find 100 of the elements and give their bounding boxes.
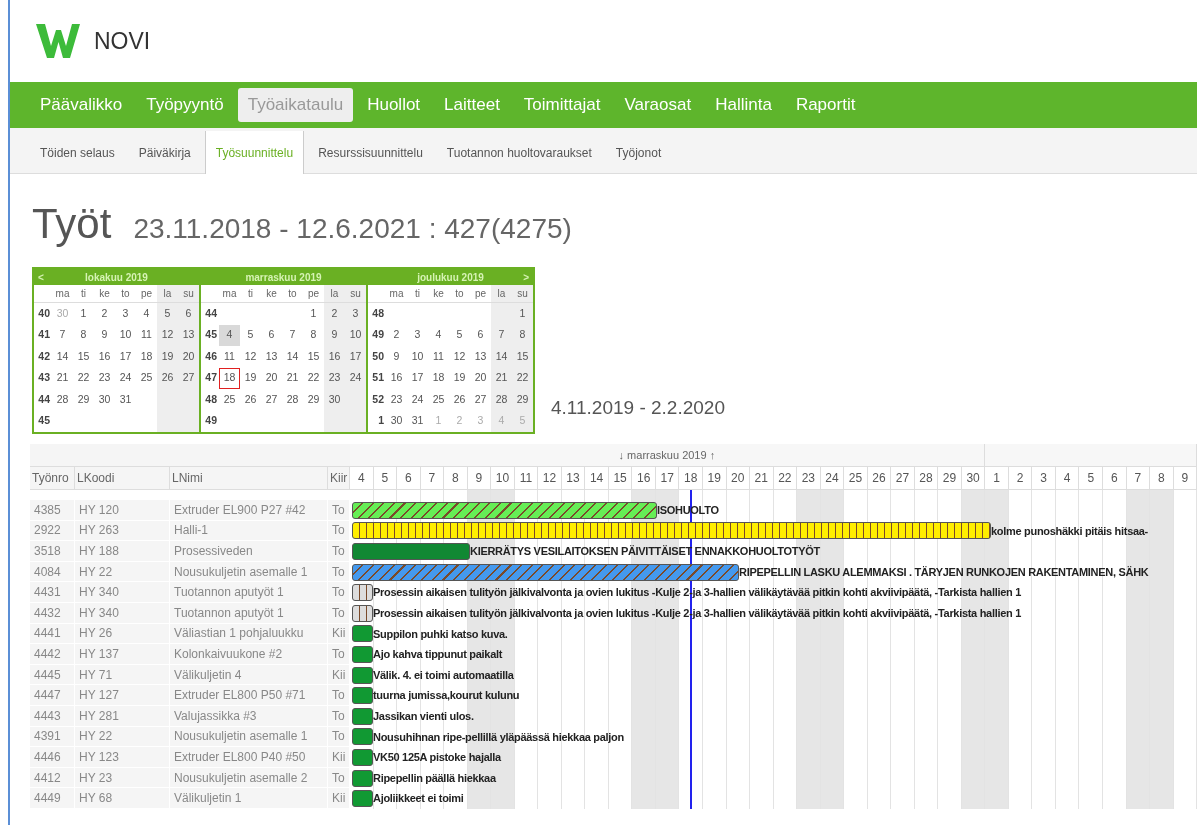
calendar-day[interactable]: 24: [115, 367, 136, 389]
sub-nav-tab[interactable]: Päiväkirja: [128, 133, 201, 173]
calendar-day[interactable]: 2: [94, 303, 115, 325]
calendar-day[interactable]: 21: [282, 367, 303, 389]
calendar-day[interactable]: 6: [470, 324, 491, 346]
calendar-day[interactable]: 22: [512, 367, 533, 389]
calendar-day[interactable]: 17: [115, 346, 136, 368]
calendar-day[interactable]: 13: [178, 324, 199, 346]
calendar-day[interactable]: 24: [407, 389, 428, 411]
calendar-day[interactable]: 22: [73, 367, 94, 389]
calendar-day[interactable]: 25: [428, 389, 449, 411]
calendar-day[interactable]: 29: [73, 389, 94, 411]
calendar-day[interactable]: 25: [136, 367, 157, 389]
calendar-day[interactable]: 15: [512, 346, 533, 368]
calendar-day[interactable]: 24: [345, 367, 366, 389]
calendar-day[interactable]: 29: [303, 389, 324, 411]
calendar-day[interactable]: 13: [470, 346, 491, 368]
calendar-day[interactable]: 11: [136, 324, 157, 346]
calendar-day[interactable]: 16: [324, 346, 345, 368]
calendar-day[interactable]: 10: [115, 324, 136, 346]
calendar-day[interactable]: 21: [491, 367, 512, 389]
calendar-day[interactable]: 9: [324, 324, 345, 346]
calendar-day[interactable]: 10: [407, 346, 428, 368]
calendar-day[interactable]: 29: [512, 389, 533, 411]
calendar-day[interactable]: 3: [407, 324, 428, 346]
calendar-day[interactable]: 15: [73, 346, 94, 368]
calendar-day[interactable]: 12: [449, 346, 470, 368]
task-bar[interactable]: [352, 728, 373, 746]
calendar-day[interactable]: 28: [52, 389, 73, 411]
calendar-day[interactable]: 6: [178, 303, 199, 325]
calendar-day[interactable]: 5: [449, 324, 470, 346]
calendar-day[interactable]: 30: [324, 389, 345, 411]
calendar-day[interactable]: 14: [491, 346, 512, 368]
calendar-day[interactable]: 23: [94, 367, 115, 389]
calendar-day[interactable]: 12: [240, 346, 261, 368]
calendar-day[interactable]: 3: [345, 303, 366, 325]
sub-nav-tab[interactable]: Työjonot: [605, 133, 672, 173]
calendar-day[interactable]: 19: [240, 367, 261, 389]
calendar-day[interactable]: 20: [178, 346, 199, 368]
calendar-day[interactable]: 4: [428, 324, 449, 346]
calendar-day[interactable]: 5: [240, 324, 261, 346]
calendar-day[interactable]: 15: [303, 346, 324, 368]
calendar-day[interactable]: 8: [303, 324, 324, 346]
calendar-day[interactable]: 19: [449, 367, 470, 389]
calendar-day[interactable]: 11: [428, 346, 449, 368]
task-bar[interactable]: [352, 522, 991, 540]
calendar-day[interactable]: 19: [157, 346, 178, 368]
calendar-day[interactable]: 17: [345, 346, 366, 368]
calendar-day[interactable]: 23: [386, 389, 407, 411]
calendar-day[interactable]: 21: [52, 367, 73, 389]
calendar-day[interactable]: 27: [470, 389, 491, 411]
sub-nav-tab[interactable]: Töiden selaus: [30, 133, 125, 173]
column-header[interactable]: LNimi: [170, 467, 328, 489]
calendar-day[interactable]: 1: [512, 303, 533, 325]
calendar-day[interactable]: 1: [303, 303, 324, 325]
calendar-day[interactable]: 8: [512, 324, 533, 346]
calendar-day[interactable]: 25: [219, 389, 240, 411]
calendar-day[interactable]: 26: [240, 389, 261, 411]
calendar-day[interactable]: 12: [157, 324, 178, 346]
task-bar[interactable]: [352, 584, 373, 602]
calendar-day[interactable]: 20: [470, 367, 491, 389]
calendar-day[interactable]: 5: [157, 303, 178, 325]
calendar-day[interactable]: 22: [303, 367, 324, 389]
calendar-day[interactable]: 16: [94, 346, 115, 368]
calendar-day[interactable]: 18: [136, 346, 157, 368]
calendar-day[interactable]: 1: [73, 303, 94, 325]
calendar-day[interactable]: 18: [428, 367, 449, 389]
sub-nav-tab[interactable]: Tuotannon huoltovaraukset: [436, 133, 602, 173]
calendar-day[interactable]: 31: [115, 389, 136, 411]
calendar-day[interactable]: 13: [261, 346, 282, 368]
task-bar[interactable]: [352, 687, 373, 705]
column-header[interactable]: Työnro: [30, 467, 75, 489]
calendar-day[interactable]: 14: [282, 346, 303, 368]
calendar-day[interactable]: 14: [52, 346, 73, 368]
calendar-day[interactable]: 30: [386, 410, 407, 432]
calendar-day[interactable]: 10: [345, 324, 366, 346]
calendar-day[interactable]: 7: [282, 324, 303, 346]
calendar-day[interactable]: 28: [491, 389, 512, 411]
calendar-day[interactable]: 28: [282, 389, 303, 411]
calendar-day[interactable]: 9: [94, 324, 115, 346]
calendar-day[interactable]: 8: [73, 324, 94, 346]
calendar-day[interactable]: 27: [261, 389, 282, 411]
calendar-day[interactable]: 31: [407, 410, 428, 432]
calendar-day[interactable]: 20: [261, 367, 282, 389]
task-bar[interactable]: [352, 790, 373, 808]
calendar-day[interactable]: 4: [136, 303, 157, 325]
calendar-day[interactable]: 11: [219, 346, 240, 368]
calendar-day[interactable]: 7: [52, 324, 73, 346]
column-header[interactable]: LKoodi: [75, 467, 170, 489]
calendar-day[interactable]: 7: [491, 324, 512, 346]
calendar-day[interactable]: 26: [157, 367, 178, 389]
calendar-day[interactable]: 2: [386, 324, 407, 346]
calendar-day[interactable]: 30: [94, 389, 115, 411]
task-bar[interactable]: [352, 625, 373, 643]
calendar-day[interactable]: 17: [407, 367, 428, 389]
calendar-day[interactable]: 16: [386, 367, 407, 389]
calendar-day[interactable]: 18: [219, 367, 240, 389]
calendar-day[interactable]: 2: [324, 303, 345, 325]
calendar-day[interactable]: 27: [178, 367, 199, 389]
calendar-day[interactable]: 6: [261, 324, 282, 346]
